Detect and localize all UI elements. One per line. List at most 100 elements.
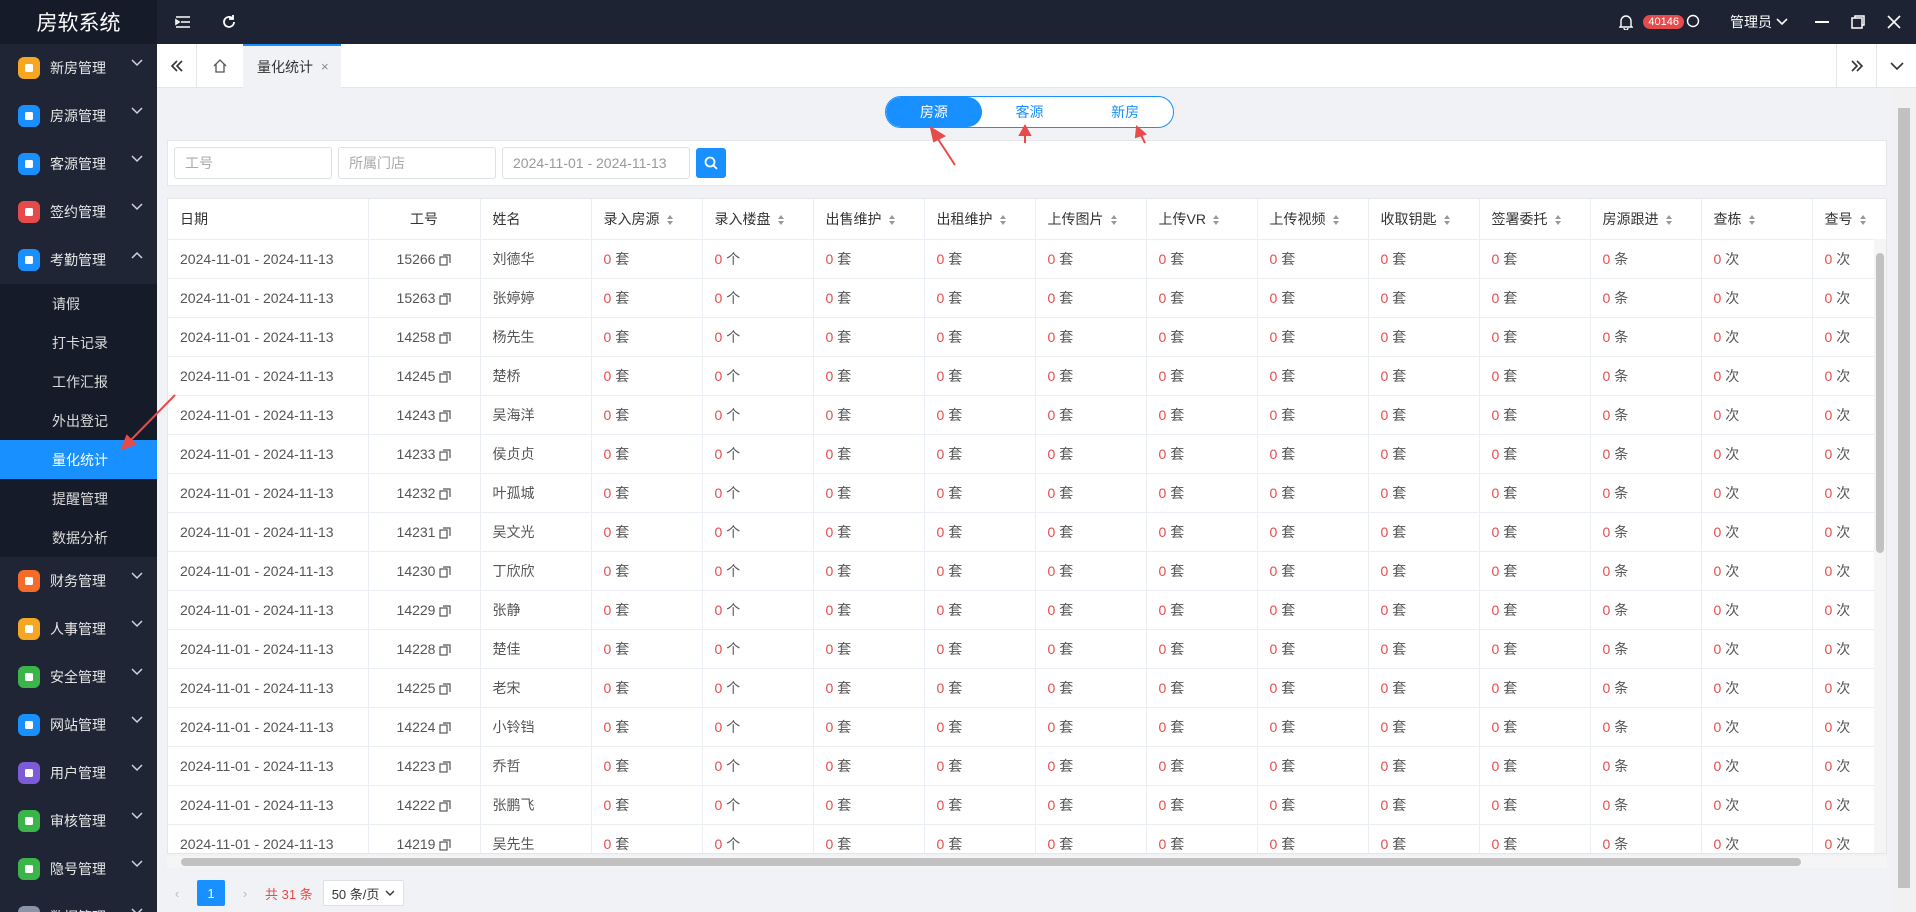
- minimize-icon[interactable]: [1804, 0, 1840, 44]
- sidebar-item-finance[interactable]: 财务管理: [0, 557, 157, 605]
- column-header[interactable]: 上传VR: [1146, 199, 1258, 240]
- column-header[interactable]: 上传图片: [1035, 199, 1147, 240]
- page-number[interactable]: 1: [197, 880, 225, 906]
- sort-icon[interactable]: [1748, 214, 1756, 226]
- home-icon: [18, 105, 40, 127]
- copy-icon[interactable]: [439, 293, 452, 305]
- copy-icon[interactable]: [439, 527, 452, 539]
- tab-close-icon[interactable]: ×: [321, 59, 329, 74]
- column-header-label: 查栋: [1713, 210, 1742, 227]
- page-size-select[interactable]: 50 条/页: [322, 880, 405, 906]
- home-icon[interactable]: [197, 44, 243, 88]
- sidebar-subitem[interactable]: 工作汇报: [0, 362, 157, 401]
- copy-icon[interactable]: [439, 722, 452, 734]
- column-header[interactable]: 收取钥匙: [1368, 199, 1480, 240]
- sort-icon[interactable]: [777, 214, 785, 226]
- chevron-up-icon: [131, 251, 143, 259]
- copy-icon[interactable]: [439, 566, 452, 578]
- cell-metric: 0 套: [591, 434, 703, 474]
- copy-icon[interactable]: [439, 332, 452, 344]
- restore-icon[interactable]: [1840, 0, 1876, 44]
- user-menu[interactable]: 管理员: [1730, 12, 1788, 32]
- sidebar-item-location[interactable]: 考勤管理: [0, 236, 157, 284]
- sort-icon[interactable]: [1554, 214, 1562, 226]
- sidebar-item-audit[interactable]: 审核管理: [0, 797, 157, 845]
- sort-icon[interactable]: [1443, 214, 1451, 226]
- sidebar-item-home[interactable]: 房源管理: [0, 92, 157, 140]
- table-horizontal-scrollbar[interactable]: [167, 856, 1887, 868]
- sidebar-item-contract[interactable]: 签约管理: [0, 188, 157, 236]
- sort-icon[interactable]: [1859, 214, 1867, 226]
- sidebar-subitem[interactable]: 提醒管理: [0, 479, 157, 518]
- palette-icon[interactable]: [1686, 14, 1700, 31]
- segment-customer[interactable]: 客源: [982, 97, 1078, 127]
- cell-metric: 0 套: [813, 317, 925, 357]
- segment-new-home[interactable]: 新房: [1077, 97, 1173, 127]
- sort-icon[interactable]: [1665, 214, 1673, 226]
- column-header[interactable]: 上传视频: [1257, 199, 1369, 240]
- copy-icon[interactable]: [439, 683, 452, 695]
- search-button[interactable]: [696, 148, 726, 178]
- copy-icon[interactable]: [439, 644, 452, 656]
- column-header[interactable]: 房源跟进: [1590, 199, 1702, 240]
- sidebar-item-label: 新房管理: [50, 60, 106, 76]
- menu-toggle-icon[interactable]: [157, 0, 209, 44]
- copy-icon[interactable]: [439, 800, 452, 812]
- sort-icon[interactable]: [1332, 214, 1340, 226]
- tabs-scroll-left-icon[interactable]: [157, 43, 197, 88]
- sidebar-item-phone[interactable]: 隐号管理: [0, 845, 157, 893]
- chevron-down-icon: [131, 908, 143, 912]
- column-header[interactable]: 查号: [1812, 199, 1886, 240]
- column-header[interactable]: 录入楼盘: [702, 199, 814, 240]
- column-header[interactable]: 录入房源: [591, 199, 703, 240]
- job-number-input[interactable]: [174, 147, 332, 179]
- sort-icon[interactable]: [999, 214, 1007, 226]
- next-page-icon[interactable]: ›: [235, 886, 255, 901]
- copy-icon[interactable]: [439, 605, 452, 617]
- sidebar-item-shield[interactable]: 安全管理: [0, 653, 157, 701]
- column-header[interactable]: 签署委托: [1479, 199, 1591, 240]
- store-input[interactable]: [338, 147, 496, 179]
- refresh-icon[interactable]: [209, 0, 249, 44]
- copy-icon[interactable]: [439, 761, 452, 773]
- sort-icon[interactable]: [1110, 214, 1118, 226]
- sidebar-item-user[interactable]: 用户管理: [0, 749, 157, 797]
- notification-bell-icon[interactable]: [1613, 0, 1639, 44]
- sidebar-subitem[interactable]: 请假: [0, 284, 157, 323]
- copy-icon[interactable]: [439, 488, 452, 500]
- table-vertical-scrollbar[interactable]: [1874, 239, 1886, 853]
- tab-quantitative-stats[interactable]: 量化统计 ×: [243, 43, 341, 88]
- sort-icon[interactable]: [666, 214, 674, 226]
- sidebar-item-contacts[interactable]: 客源管理: [0, 140, 157, 188]
- copy-icon[interactable]: [439, 449, 452, 461]
- sidebar-item-people[interactable]: 人事管理: [0, 605, 157, 653]
- copy-icon[interactable]: [439, 254, 452, 266]
- sidebar-item-building[interactable]: 新房管理: [0, 44, 157, 92]
- cell-metric: 0 套: [591, 668, 703, 708]
- copy-icon[interactable]: [439, 410, 452, 422]
- sidebar-subitem[interactable]: 量化统计: [0, 440, 157, 479]
- copy-icon[interactable]: [439, 839, 452, 851]
- sidebar-subitem[interactable]: 数据分析: [0, 518, 157, 557]
- column-header[interactable]: 查栋: [1701, 199, 1813, 240]
- cell-date: 2024-11-01 - 2024-11-13: [168, 278, 369, 318]
- sidebar-subitem[interactable]: 外出登记: [0, 401, 157, 440]
- tabs-scroll-right-icon[interactable]: [1836, 44, 1876, 88]
- sort-icon[interactable]: [1212, 214, 1220, 226]
- sidebar-item-data[interactable]: 数据管理: [0, 893, 157, 912]
- sidebar-item-web[interactable]: 网站管理: [0, 701, 157, 749]
- close-icon[interactable]: [1876, 0, 1912, 44]
- sidebar-item-label: 数据管理: [50, 907, 106, 912]
- sort-icon[interactable]: [888, 214, 896, 226]
- cell-metric: 0 个: [702, 356, 814, 396]
- column-header[interactable]: 出售维护: [813, 199, 925, 240]
- date-range-input[interactable]: 2024-11-01 - 2024-11-13: [502, 147, 690, 179]
- copy-icon[interactable]: [439, 371, 452, 383]
- sidebar-subitem[interactable]: 打卡记录: [0, 323, 157, 362]
- prev-page-icon[interactable]: ‹: [167, 886, 187, 901]
- cell-metric: 0 个: [702, 668, 814, 708]
- tabs-dropdown-icon[interactable]: [1876, 44, 1916, 88]
- column-header[interactable]: 出租维护: [924, 199, 1036, 240]
- segment-listing[interactable]: 房源: [886, 97, 982, 127]
- page-vertical-scrollbar[interactable]: [1891, 88, 1916, 912]
